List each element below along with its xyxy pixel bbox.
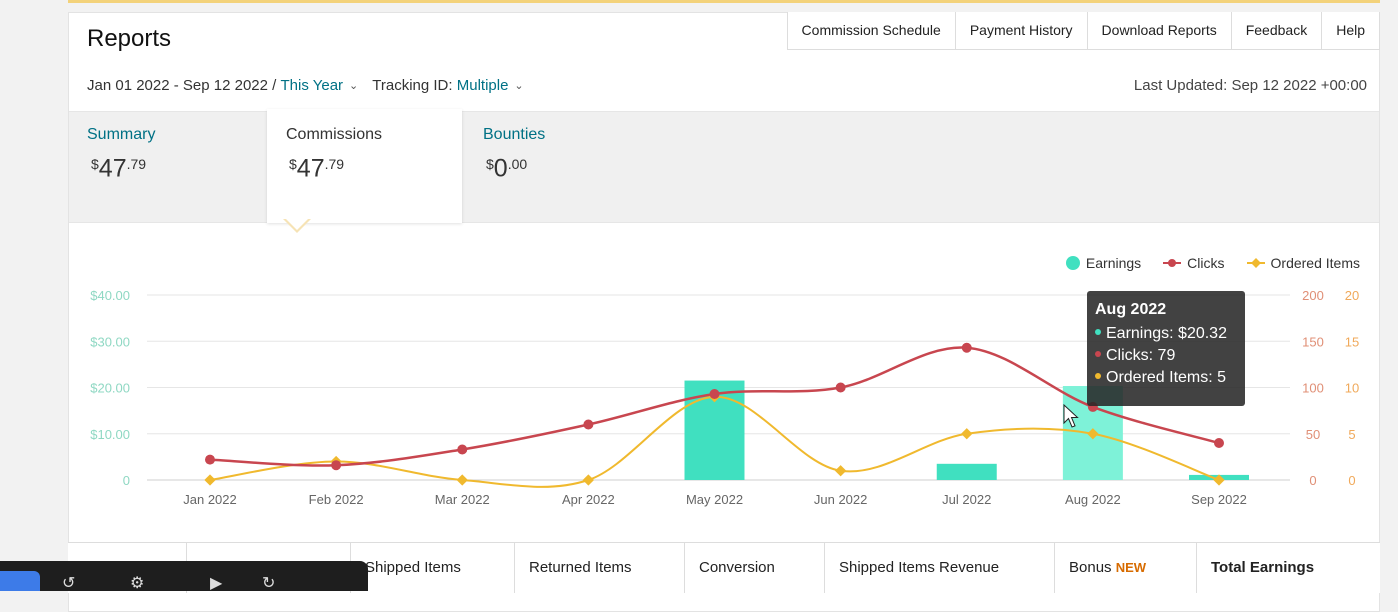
settings-icon[interactable]: ⚙ — [130, 573, 144, 593]
y-left-tick-label: $20.00 — [90, 381, 130, 396]
table-col-total-earnings[interactable]: Total Earnings — [1196, 543, 1380, 593]
y-right-clicks-tick-label: 100 — [1302, 381, 1324, 396]
table-col-returned-items[interactable]: Returned Items — [514, 543, 684, 593]
x-tick-label: Jan 2022 — [183, 492, 237, 507]
play-icon[interactable]: ▶ — [210, 573, 222, 593]
clicks-point — [457, 444, 468, 455]
clicks-dot-icon — [1095, 350, 1101, 357]
y-right-clicks-tick-label: 50 — [1306, 427, 1320, 442]
player-logo — [0, 571, 40, 591]
clicks-point — [835, 382, 846, 393]
y-left-tick-label: $40.00 — [90, 288, 130, 303]
x-tick-label: Sep 2022 — [1191, 492, 1247, 507]
y-right-items-tick-label: 15 — [1345, 334, 1359, 349]
y-left-tick-label: $10.00 — [90, 427, 130, 442]
x-tick-label: Feb 2022 — [309, 492, 364, 507]
ordered-items-point — [582, 474, 595, 486]
chart-tooltip: Aug 2022 Earnings: $20.32 Clicks: 79 Ord… — [1087, 291, 1245, 406]
y-right-clicks-tick-label: 150 — [1302, 334, 1324, 349]
clicks-point — [709, 388, 720, 399]
x-tick-label: May 2022 — [686, 492, 743, 507]
ordered-items-point — [456, 474, 468, 486]
table-col-conversion[interactable]: Conversion — [684, 543, 824, 593]
y-right-items-tick-label: 20 — [1345, 288, 1359, 303]
y-right-items-tick-label: 10 — [1345, 381, 1359, 396]
tooltip-ordered: Ordered Items: 5 — [1095, 369, 1237, 387]
forward-icon[interactable]: ↻ — [262, 573, 275, 593]
table-col-shipped-items[interactable]: Shipped Items — [350, 543, 514, 593]
table-col-bonus[interactable]: Bonus NEW — [1054, 543, 1196, 593]
clicks-point — [583, 419, 594, 430]
video-player-bar: ↺ ⚙ ▶ ↻ — [0, 561, 368, 593]
earnings-dot-icon — [1095, 328, 1101, 335]
y-right-clicks-tick-label: 200 — [1302, 288, 1324, 303]
clicks-point — [205, 454, 215, 465]
earnings-bar — [936, 463, 997, 480]
y-right-items-tick-label: 0 — [1348, 473, 1355, 488]
x-tick-label: Jun 2022 — [814, 492, 868, 507]
y-left-tick-label: $30.00 — [90, 334, 130, 349]
ordered-dot-icon — [1095, 372, 1101, 379]
tooltip-clicks: Clicks: 79 — [1095, 347, 1237, 365]
ordered-items-point — [204, 474, 216, 486]
clicks-point — [331, 460, 342, 471]
table-col-shipped-items-revenue[interactable]: Shipped Items Revenue — [824, 543, 1054, 593]
y-right-items-tick-label: 5 — [1348, 427, 1355, 442]
x-tick-label: Apr 2022 — [562, 492, 615, 507]
y-left-tick-label: 0 — [123, 473, 130, 488]
y-right-clicks-tick-label: 0 — [1309, 473, 1316, 488]
ordered-items-point — [961, 428, 973, 440]
mouse-cursor-icon — [1063, 404, 1079, 428]
tooltip-earnings: Earnings: $20.32 — [1095, 325, 1237, 343]
new-badge: NEW — [1115, 560, 1147, 575]
clicks-point — [961, 342, 972, 353]
clicks-point — [1214, 438, 1224, 448]
x-tick-label: Jul 2022 — [942, 492, 991, 507]
tooltip-title: Aug 2022 — [1095, 301, 1167, 318]
x-tick-label: Mar 2022 — [435, 492, 490, 507]
ordered-items-point — [834, 465, 847, 477]
x-tick-label: Aug 2022 — [1065, 492, 1121, 507]
rewind-icon[interactable]: ↺ — [62, 573, 75, 593]
